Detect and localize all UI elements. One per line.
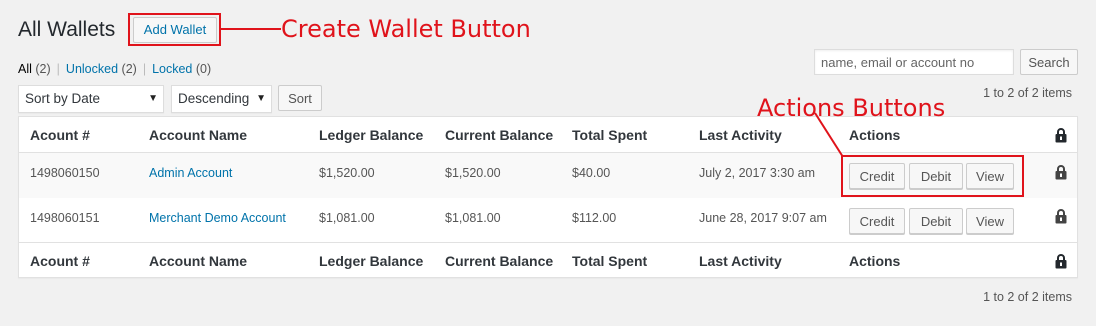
column-footer-ledger-balance[interactable]: Ledger Balance: [319, 253, 423, 269]
account-name-link[interactable]: Admin Account: [149, 166, 232, 180]
column-footer-actions: Actions: [849, 253, 901, 269]
annotation-line-add-wallet: [221, 28, 281, 30]
wallets-table: Acount # Account Name Ledger Balance Cur…: [18, 116, 1078, 278]
column-footer-last-activity[interactable]: Last Activity: [699, 253, 782, 269]
column-footer-account-name[interactable]: Account Name: [149, 253, 247, 269]
debit-button[interactable]: Debit: [909, 163, 963, 189]
dropdown-arrow-icon: ▼: [148, 93, 158, 104]
credit-button[interactable]: Credit: [849, 208, 905, 234]
filter-locked-link[interactable]: Locked: [152, 62, 192, 76]
pagination-count-bottom: 1 to 2 of 2 items: [983, 290, 1072, 304]
column-header-current-balance[interactable]: Current Balance: [445, 127, 553, 143]
sort-order-select[interactable]: Descending ▼: [171, 85, 272, 113]
filter-all-count: (2): [35, 62, 51, 76]
status-filters: All (2) | Unlocked (2) | Locked (0): [18, 62, 211, 76]
column-header-account-no[interactable]: Acount #: [30, 127, 90, 143]
ledger-balance: $1,520.00: [319, 166, 375, 180]
dropdown-arrow-icon: ▼: [256, 93, 266, 104]
annotation-create-wallet: Create Wallet Button: [281, 15, 531, 43]
sort-order-value: Descending: [178, 91, 250, 106]
sort-button[interactable]: Sort: [278, 85, 322, 111]
column-footer-account-no[interactable]: Acount #: [30, 253, 90, 269]
filter-unlocked-count: (2): [121, 62, 137, 76]
last-activity: July 2, 2017 3:30 am: [699, 166, 816, 180]
lock-icon: [1055, 254, 1067, 269]
filter-unlocked-link[interactable]: Unlocked: [66, 62, 118, 76]
sort-by-value: Sort by Date: [25, 91, 101, 106]
filter-locked-count: (0): [195, 62, 212, 76]
filter-separator: |: [142, 62, 147, 76]
add-wallet-button[interactable]: Add Wallet: [133, 17, 217, 43]
lock-icon[interactable]: [1055, 208, 1067, 224]
account-name-link[interactable]: Merchant Demo Account: [149, 211, 286, 225]
pagination-count-top: 1 to 2 of 2 items: [983, 86, 1072, 100]
total-spent: $40.00: [572, 166, 611, 180]
page-title: All Wallets: [18, 18, 116, 41]
column-header-actions: Actions: [849, 127, 901, 143]
column-header-ledger-balance[interactable]: Ledger Balance: [319, 127, 423, 143]
lock-icon[interactable]: [1055, 164, 1067, 180]
search-input[interactable]: [814, 49, 1014, 75]
view-button[interactable]: View: [966, 208, 1014, 234]
last-activity: June 28, 2017 9:07 am: [699, 211, 827, 225]
column-footer-current-balance[interactable]: Current Balance: [445, 253, 553, 269]
column-header-total-spent[interactable]: Total Spent: [572, 127, 647, 143]
column-footer-total-spent[interactable]: Total Spent: [572, 253, 647, 269]
account-number: 1498060150: [30, 166, 100, 180]
current-balance: $1,081.00: [445, 211, 501, 225]
account-number: 1498060151: [30, 211, 100, 225]
table-row: 1498060150 Admin Account $1,520.00 $1,52…: [19, 153, 1077, 198]
debit-button[interactable]: Debit: [909, 208, 963, 234]
lock-icon: [1055, 128, 1067, 143]
table-footer-row: Acount # Account Name Ledger Balance Cur…: [19, 242, 1077, 278]
annotation-line-actions: [814, 112, 844, 158]
sort-by-select[interactable]: Sort by Date ▼: [18, 85, 164, 113]
column-header-account-name[interactable]: Account Name: [149, 127, 247, 143]
current-balance: $1,520.00: [445, 166, 501, 180]
view-button[interactable]: View: [966, 163, 1014, 189]
column-header-last-activity[interactable]: Last Activity: [699, 127, 782, 143]
total-spent: $112.00: [572, 211, 617, 225]
table-row: 1498060151 Merchant Demo Account $1,081.…: [19, 198, 1077, 242]
ledger-balance: $1,081.00: [319, 211, 375, 225]
search-button[interactable]: Search: [1020, 49, 1078, 75]
filter-all-link[interactable]: All: [18, 62, 32, 76]
credit-button[interactable]: Credit: [849, 163, 905, 189]
filter-separator: |: [56, 62, 60, 76]
table-header-row: Acount # Account Name Ledger Balance Cur…: [19, 117, 1077, 153]
